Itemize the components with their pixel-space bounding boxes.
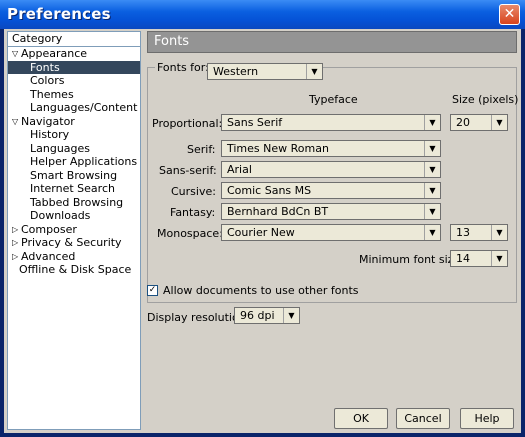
sidebar-item[interactable]: ▽ Navigator [8, 115, 140, 129]
sidebar-item-label: Languages/Content [30, 101, 138, 114]
fonts-for-dropdown[interactable]: Western ▼ [207, 63, 323, 80]
fonts-for-label: Fonts for: [155, 61, 211, 74]
sidebar-item[interactable]: Themes [8, 88, 140, 102]
chevron-down-icon: ▼ [424, 162, 440, 177]
expanded-icon[interactable]: ▽ [12, 47, 18, 61]
sans-serif-label: Sans-serif: [159, 164, 217, 177]
chevron-down-icon: ▼ [424, 141, 440, 156]
sidebar-item-label: Colors [30, 74, 65, 87]
proportional-label: Proportional: [152, 117, 223, 130]
monospace-size-dropdown[interactable]: 13 ▼ [450, 224, 508, 241]
close-button[interactable]: ✕ [499, 4, 520, 25]
collapsed-icon[interactable]: ▷ [12, 250, 18, 264]
check-icon: ✓ [148, 285, 157, 295]
sidebar-item-label: Offline & Disk Space [19, 263, 132, 276]
chevron-down-icon: ▼ [491, 251, 507, 266]
category-header: Category [8, 32, 140, 47]
allow-fonts-checkbox[interactable]: ✓ [147, 285, 158, 296]
sidebar-item-label: Composer [21, 222, 77, 236]
dialog-body: Category ▽ Appearance Fonts Colors Themes Lan… [4, 29, 521, 433]
sans-serif-dropdown[interactable]: Arial ▼ [221, 161, 441, 178]
sidebar-item[interactable]: ▽ Appearance [8, 47, 140, 61]
fantasy-label: Fantasy: [170, 206, 216, 219]
sidebar-item[interactable]: Downloads [8, 209, 140, 223]
sidebar-item[interactable]: Offline & Disk Space [8, 263, 140, 277]
monospace-size-value: 13 [456, 226, 470, 239]
chevron-down-icon: ▼ [424, 115, 440, 130]
sidebar-item-label: Navigator [21, 114, 75, 128]
sidebar-item[interactable]: Fonts [8, 60, 140, 74]
cursive-label: Cursive: [171, 185, 216, 198]
panel-title: Fonts [147, 31, 517, 53]
help-button[interactable]: Help [460, 408, 514, 429]
window-title: Preferences [7, 5, 111, 23]
proportional-size-value: 20 [456, 116, 470, 129]
min-font-size-dropdown[interactable]: 14 ▼ [450, 250, 508, 267]
cancel-button[interactable]: Cancel [396, 408, 450, 429]
sidebar-item-label: Privacy & Security [21, 236, 122, 249]
sidebar-item-label: Downloads [30, 209, 91, 222]
sidebar-item-label: Internet Search [30, 182, 115, 195]
category-list: ▽ Appearance Fonts Colors Themes Languages/Co… [8, 47, 140, 277]
chevron-down-icon: ▼ [283, 308, 299, 323]
sidebar-item-label: Tabbed Browsing [30, 195, 124, 209]
chevron-down-icon: ▼ [424, 204, 440, 219]
chevron-down-icon: ▼ [306, 64, 322, 79]
sidebar-item-label: Themes [30, 87, 74, 101]
min-font-size-value: 14 [456, 252, 470, 265]
sidebar-item-label: Appearance [21, 47, 88, 60]
proportional-value: Sans Serif [227, 116, 283, 129]
fantasy-dropdown[interactable]: Bernhard BdCn BT ▼ [221, 203, 441, 220]
serif-label: Serif: [187, 143, 216, 156]
sidebar-item[interactable]: ▷ Privacy & Security [8, 236, 140, 250]
collapsed-icon[interactable]: ▷ [12, 236, 18, 250]
monospace-value: Courier New [227, 226, 295, 239]
ok-button[interactable]: OK [334, 408, 388, 429]
sidebar-item[interactable]: Smart Browsing [8, 169, 140, 183]
sans-serif-value: Arial [227, 163, 252, 176]
fantasy-value: Bernhard BdCn BT [227, 205, 329, 218]
display-resolution-value: 96 dpi [240, 309, 275, 322]
chevron-down-icon: ▼ [491, 115, 507, 130]
collapsed-icon[interactable]: ▷ [12, 223, 18, 237]
sidebar-item[interactable]: ▷ Advanced [8, 250, 140, 264]
preferences-window: Preferences ✕ Category ▽ Appearance Fonts C… [0, 0, 525, 437]
cursive-value: Comic Sans MS [227, 184, 312, 197]
sidebar-item-label: Advanced [21, 249, 76, 263]
proportional-dropdown[interactable]: Sans Serif ▼ [221, 114, 441, 131]
proportional-size-dropdown[interactable]: 20 ▼ [450, 114, 508, 131]
chevron-down-icon: ▼ [491, 225, 507, 240]
sidebar-item[interactable]: Colors [8, 74, 140, 88]
allow-fonts-label: Allow documents to use other fonts [163, 284, 359, 297]
serif-dropdown[interactable]: Times New Roman ▼ [221, 140, 441, 157]
title-bar[interactable]: Preferences ✕ [0, 0, 525, 29]
monospace-label: Monospace: [157, 227, 223, 240]
monospace-dropdown[interactable]: Courier New ▼ [221, 224, 441, 241]
display-resolution-dropdown[interactable]: 96 dpi ▼ [234, 307, 300, 324]
sidebar-item-label: Smart Browsing [30, 168, 118, 182]
close-icon: ✕ [503, 6, 516, 22]
fonts-for-value: Western [213, 65, 259, 78]
serif-value: Times New Roman [227, 142, 329, 155]
chevron-down-icon: ▼ [424, 225, 440, 240]
sidebar-item[interactable]: ▷ Composer [8, 223, 140, 237]
cursive-dropdown[interactable]: Comic Sans MS ▼ [221, 182, 441, 199]
min-font-size-label: Minimum font size: [359, 253, 464, 266]
expanded-icon[interactable]: ▽ [12, 115, 18, 129]
category-tree[interactable]: Category ▽ Appearance Fonts Colors Themes Lan… [7, 31, 141, 430]
sidebar-item-label: History [30, 128, 70, 141]
sidebar-item[interactable]: History [8, 128, 140, 142]
sidebar-item-label: Fonts [30, 60, 60, 74]
sidebar-item-label: Languages [30, 141, 91, 155]
sidebar-item[interactable]: Languages [8, 142, 140, 156]
chevron-down-icon: ▼ [424, 183, 440, 198]
size-column-header: Size (pixels) [452, 93, 519, 106]
sidebar-item-label: Helper Applications [30, 155, 138, 168]
sidebar-item[interactable]: Internet Search [8, 182, 140, 196]
sidebar-item[interactable]: Languages/Content [8, 101, 140, 115]
typeface-column-header: Typeface [309, 93, 358, 106]
sidebar-item[interactable]: Helper Applications [8, 155, 140, 169]
sidebar-item[interactable]: Tabbed Browsing [8, 196, 140, 210]
